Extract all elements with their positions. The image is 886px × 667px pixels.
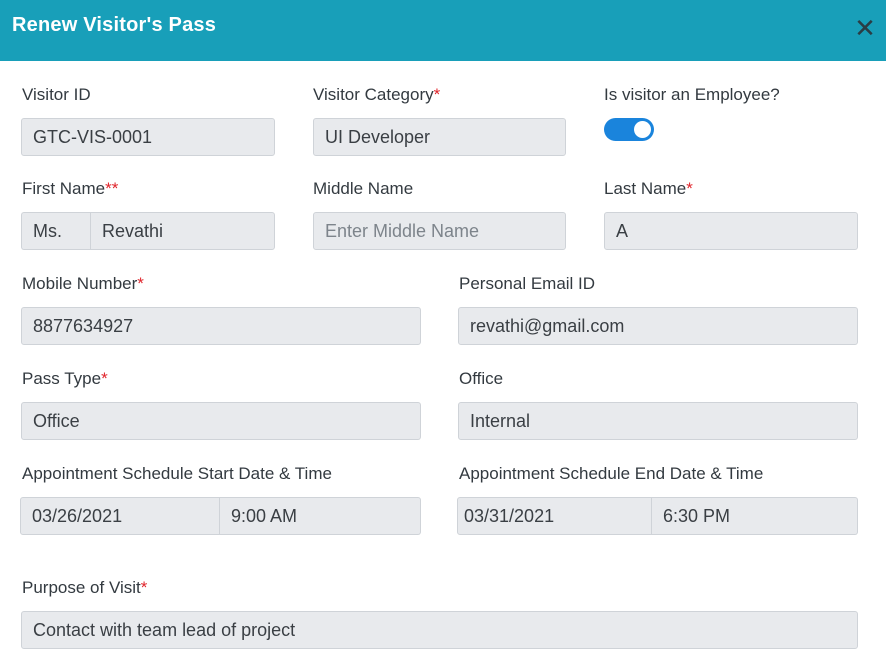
required-mark: *	[140, 578, 148, 597]
required-mark: *	[137, 274, 144, 293]
office-field[interactable]: Internal	[458, 402, 858, 440]
visitor-category-field[interactable]: UI Developer	[313, 118, 566, 156]
purpose-field[interactable]: Contact with team lead of project	[21, 611, 858, 649]
salutation-select[interactable]: Ms.	[21, 212, 90, 250]
required-mark: *	[101, 369, 108, 388]
middle-name-label: Middle Name	[313, 179, 414, 198]
dialog-header: Renew Visitor's Pass ✕	[0, 0, 886, 61]
first-name-group: Ms. Revathi	[21, 212, 275, 250]
middle-name-field[interactable]: Enter Middle Name	[313, 212, 566, 250]
required-mark: **	[105, 179, 119, 198]
close-icon[interactable]: ✕	[852, 14, 878, 42]
last-name-label: Last Name*	[604, 179, 693, 198]
visitor-id-field[interactable]: GTC-VIS-0001	[21, 118, 275, 156]
last-name-field[interactable]: A	[604, 212, 858, 250]
start-schedule-label: Appointment Schedule Start Date & Time	[22, 464, 332, 483]
personal-email-field[interactable]: revathi@gmail.com	[458, 307, 858, 345]
first-name-field[interactable]: Revathi	[90, 212, 275, 250]
end-time-field[interactable]: 6:30 PM	[652, 497, 858, 535]
start-date-field[interactable]: 03/26/2021	[20, 497, 220, 535]
purpose-label: Purpose of Visit*	[22, 578, 148, 597]
personal-email-label: Personal Email ID	[459, 274, 596, 293]
pass-type-label: Pass Type*	[22, 369, 108, 388]
end-date-field[interactable]: 03/31/2021	[457, 497, 652, 535]
pass-type-field[interactable]: Office	[21, 402, 421, 440]
first-name-label: First Name**	[22, 179, 119, 198]
dialog-title: Renew Visitor's Pass	[12, 14, 217, 36]
toggle-knob	[634, 121, 651, 138]
visitor-category-label: Visitor Category*	[313, 85, 441, 104]
start-schedule-group: 03/26/2021 9:00 AM	[20, 497, 421, 535]
is-employee-toggle[interactable]	[604, 118, 654, 141]
end-schedule-label: Appointment Schedule End Date & Time	[459, 464, 764, 483]
required-mark: *	[433, 85, 441, 104]
mobile-number-label: Mobile Number*	[22, 274, 144, 293]
office-label: Office	[459, 369, 504, 388]
mobile-number-field[interactable]: 8877634927	[21, 307, 421, 345]
required-mark: *	[686, 179, 693, 198]
end-schedule-group: 03/31/2021 6:30 PM	[457, 497, 858, 535]
visitor-id-label: Visitor ID	[22, 85, 91, 104]
is-employee-label: Is visitor an Employee?	[604, 85, 780, 104]
start-time-field[interactable]: 9:00 AM	[220, 497, 421, 535]
